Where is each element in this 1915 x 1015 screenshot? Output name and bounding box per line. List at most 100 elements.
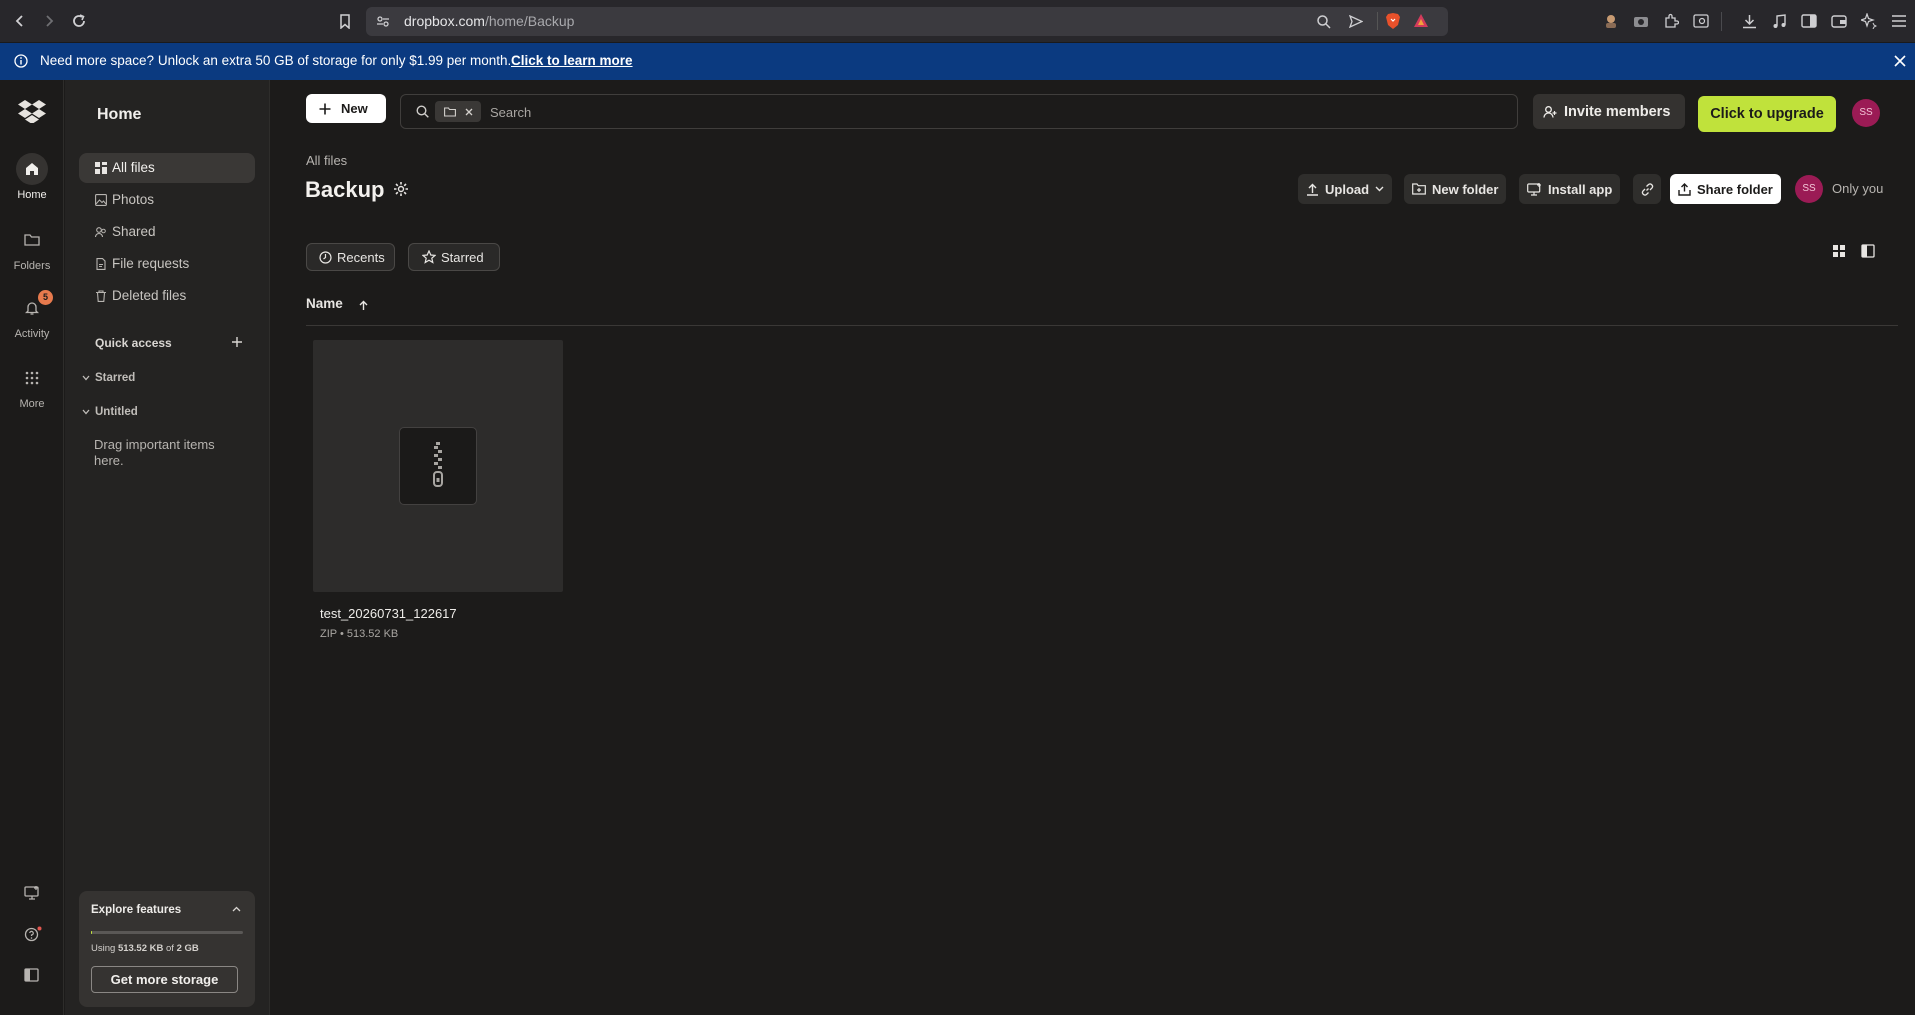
link-icon bbox=[1641, 182, 1653, 196]
browser-toolbar: dropbox.com/home/Backup bbox=[0, 0, 1915, 43]
sidebar-item-shared[interactable]: Shared bbox=[79, 217, 255, 247]
site-settings-icon[interactable] bbox=[376, 15, 390, 28]
desktop-app-icon[interactable] bbox=[24, 886, 40, 900]
menu-icon[interactable] bbox=[1888, 10, 1910, 32]
reload-icon[interactable] bbox=[68, 10, 90, 32]
new-folder-label: New folder bbox=[1432, 181, 1499, 197]
gear-icon[interactable] bbox=[393, 181, 409, 197]
music-icon[interactable] bbox=[1768, 10, 1790, 32]
breadcrumb[interactable]: All files bbox=[306, 153, 347, 168]
share-icon bbox=[1678, 182, 1691, 196]
file-tile[interactable]: test_20260731_122617 ZIP • 513.52 KB bbox=[306, 340, 564, 640]
starred-section[interactable]: Starred bbox=[95, 372, 135, 384]
help-icon[interactable] bbox=[24, 926, 42, 942]
folder-icon bbox=[444, 107, 456, 117]
folder-scope-chip[interactable] bbox=[435, 101, 481, 122]
plus-icon[interactable] bbox=[231, 336, 243, 348]
explore-title: Explore features bbox=[91, 904, 182, 916]
app-rail: Home Folders 5 Activity More bbox=[0, 80, 64, 1015]
rail-activity[interactable]: 5 Activity bbox=[0, 290, 64, 340]
file-size: 513.52 KB bbox=[346, 628, 399, 640]
sidebar-item-label: Deleted files bbox=[112, 288, 187, 303]
camera-icon[interactable] bbox=[1630, 10, 1652, 32]
wallet-icon[interactable] bbox=[1828, 10, 1850, 32]
sidebar-item-label: Photos bbox=[112, 192, 155, 207]
promo-banner: Need more space? Unlock an extra 50 GB o… bbox=[0, 43, 1915, 80]
send-icon[interactable] bbox=[1349, 15, 1363, 28]
forward-icon[interactable] bbox=[38, 10, 60, 32]
chevron-down-icon bbox=[1375, 186, 1384, 192]
address-bar[interactable]: dropbox.com/home/Backup bbox=[366, 7, 1448, 36]
brave-shield-icon[interactable] bbox=[1385, 12, 1401, 30]
sidebar-item-photos[interactable]: Photos bbox=[79, 185, 255, 215]
explore-features-card: Explore features Using 513.52 KB of 2 GB… bbox=[79, 891, 255, 1007]
usage-mid: of bbox=[163, 943, 177, 954]
file-thumbnail bbox=[313, 340, 563, 592]
usage-total: 2 GB bbox=[176, 943, 199, 954]
chevron-up-icon[interactable] bbox=[232, 906, 241, 912]
sidebar-toggle-icon[interactable] bbox=[1798, 10, 1820, 32]
upload-button[interactable]: Upload bbox=[1298, 174, 1393, 204]
url-text: dropbox.com/home/Backup bbox=[404, 13, 574, 29]
install-app-button[interactable]: Install app bbox=[1519, 174, 1621, 204]
rail-more[interactable]: More bbox=[0, 362, 64, 410]
invite-members-label: Invite members bbox=[1564, 103, 1671, 120]
zoom-icon[interactable] bbox=[1316, 14, 1331, 29]
search-bar[interactable]: Search bbox=[400, 94, 1518, 129]
file-meta: ZIP • 513.52 KB bbox=[320, 628, 399, 640]
new-label: New bbox=[341, 101, 368, 116]
get-more-storage-button[interactable]: Get more storage bbox=[91, 966, 238, 993]
recents-filter[interactable]: Recents bbox=[306, 243, 395, 271]
upgrade-button[interactable]: Click to upgrade bbox=[1698, 96, 1836, 132]
add-person-icon bbox=[1543, 105, 1557, 118]
activity-badge: 5 bbox=[38, 290, 53, 305]
reader-icon[interactable] bbox=[1690, 10, 1712, 32]
bookmark-icon[interactable] bbox=[334, 10, 356, 32]
sidebar-title: Home bbox=[97, 106, 142, 123]
collapse-sidebar-icon[interactable] bbox=[24, 968, 39, 982]
sidebar-item-file-requests[interactable]: File requests bbox=[79, 249, 255, 279]
brave-rewards-icon[interactable] bbox=[1413, 13, 1429, 29]
download-icon[interactable] bbox=[1738, 10, 1760, 32]
zip-icon bbox=[399, 427, 477, 505]
sidebar-item-all-files[interactable]: All files bbox=[79, 153, 255, 183]
sidebar-item-deleted-files[interactable]: Deleted files bbox=[79, 281, 255, 311]
rail-folders[interactable]: Folders bbox=[0, 224, 64, 272]
toolbar-divider bbox=[1721, 12, 1722, 31]
bell-icon: 5 bbox=[16, 290, 53, 324]
rail-more-label: More bbox=[19, 398, 45, 410]
untitled-section[interactable]: Untitled bbox=[95, 406, 138, 418]
details-panel-icon[interactable] bbox=[1861, 244, 1875, 258]
leo-ai-icon[interactable] bbox=[1858, 10, 1880, 32]
new-folder-button[interactable]: New folder bbox=[1404, 174, 1507, 204]
sidebar-item-label: All files bbox=[112, 160, 155, 175]
folder-icon bbox=[16, 224, 48, 256]
plus-icon bbox=[319, 103, 331, 114]
photos-icon bbox=[95, 194, 107, 206]
grid-view-icon[interactable] bbox=[1832, 244, 1846, 258]
avatar[interactable]: SS bbox=[1852, 99, 1880, 127]
usage-prefix: Using bbox=[91, 943, 118, 954]
copy-link-button[interactable] bbox=[1633, 174, 1661, 204]
new-button[interactable]: New bbox=[306, 94, 386, 123]
chevron-down-icon[interactable] bbox=[82, 409, 90, 415]
close-icon[interactable] bbox=[1894, 55, 1906, 67]
starred-filter[interactable]: Starred bbox=[408, 243, 500, 271]
invite-members-button[interactable]: Invite members bbox=[1533, 94, 1685, 129]
usage-used: 513.52 KB bbox=[117, 943, 164, 954]
extension-avatar-icon[interactable] bbox=[1600, 10, 1622, 32]
file-type: ZIP bbox=[320, 628, 337, 640]
name-column-header[interactable]: Name bbox=[306, 296, 343, 311]
sort-ascending-icon[interactable] bbox=[359, 300, 368, 311]
dropbox-logo-icon[interactable] bbox=[18, 99, 46, 123]
install-app-label: Install app bbox=[1548, 181, 1613, 197]
share-folder-button[interactable]: Share folder bbox=[1670, 174, 1781, 204]
desktop-icon bbox=[1527, 182, 1541, 196]
rail-home[interactable]: Home bbox=[0, 153, 64, 201]
close-icon[interactable] bbox=[465, 108, 473, 116]
back-icon[interactable] bbox=[9, 10, 31, 32]
rail-folders-label: Folders bbox=[13, 260, 51, 272]
banner-learn-more-link[interactable]: Click to learn more bbox=[511, 53, 633, 68]
chevron-down-icon[interactable] bbox=[82, 375, 90, 381]
extensions-puzzle-icon[interactable] bbox=[1660, 10, 1682, 32]
